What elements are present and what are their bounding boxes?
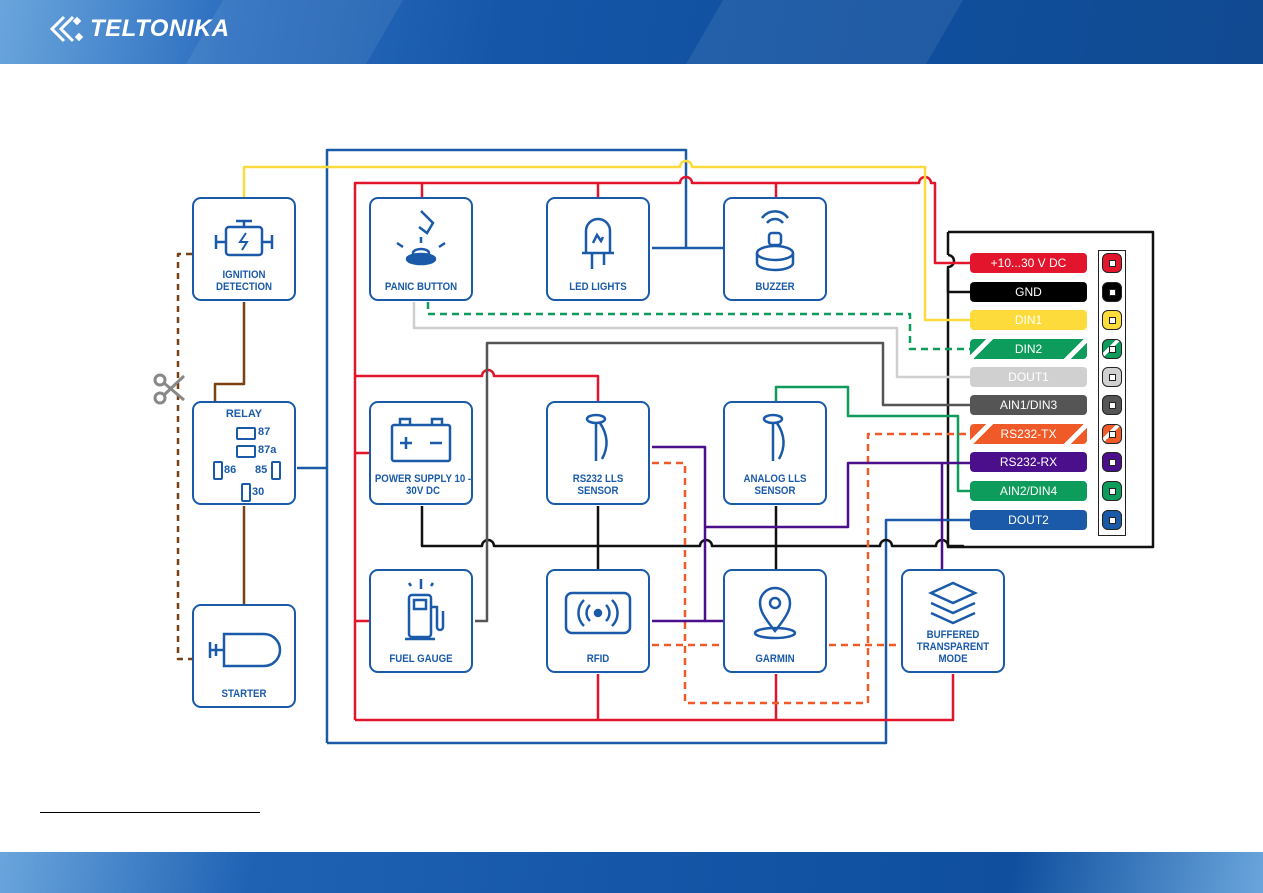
connector-pin: [1102, 339, 1122, 359]
connector-label-ain1-din3: AIN1/DIN3: [970, 395, 1087, 415]
fuel-gauge-label: FUEL GAUGE: [389, 653, 453, 665]
layers-icon: [927, 581, 979, 625]
pin-85-contact: [271, 461, 281, 480]
led-lights-box: LED LIGHTS: [546, 197, 650, 301]
connector-pin: [1102, 395, 1122, 415]
pin-86-contact: [213, 461, 223, 480]
pin-86-label: 86: [224, 464, 237, 476]
connector-pin: [1102, 282, 1122, 302]
pin-87a-label: 87a: [258, 444, 277, 456]
rfid-box: RFID: [546, 569, 650, 673]
lls-sensor-icon: [585, 413, 608, 461]
connector-pin: [1102, 452, 1122, 472]
starter-motor-icon: [208, 632, 282, 668]
connector-pin: [1102, 310, 1122, 330]
rs232-lls-box: RS232 LLS SENSOR: [546, 401, 650, 505]
buffered-label: BUFFERED TRANSPARENT MODE: [916, 629, 990, 665]
power-supply-box: POWER SUPPLY 10 - 30V DC: [369, 401, 473, 505]
panic-button-box: PANIC BUTTON: [369, 197, 473, 301]
panic-button-label: PANIC BUTTON: [384, 281, 458, 293]
analog-lls-label: ANALOG LLS SENSOR: [743, 473, 807, 497]
footnote-separator: [40, 812, 260, 813]
relay-box: RELAY 87 87a 86 85 30: [192, 401, 296, 505]
panic-button-icon: [396, 210, 446, 266]
scissors-icon: [153, 373, 186, 405]
garmin-label: GARMIN: [755, 653, 795, 665]
buffered-transparent-box: BUFFERED TRANSPARENT MODE: [901, 569, 1005, 673]
connector-label-power: +10...30 V DC: [970, 253, 1087, 273]
power-supply-label: POWER SUPPLY 10 - 30V DC: [374, 473, 472, 497]
relay-label: RELAY: [225, 408, 263, 420]
connector-pin: [1102, 481, 1122, 501]
starter-box: STARTER: [192, 604, 296, 708]
garmin-box: GARMIN: [723, 569, 827, 673]
starter-label: STARTER: [221, 688, 267, 700]
led-lights-label: LED LIGHTS: [569, 281, 627, 293]
map-pin-icon: [753, 586, 797, 640]
connector-label-dout2: DOUT2: [970, 510, 1087, 530]
connector-pin: [1102, 424, 1122, 444]
ignition-detection-box: IGNITION DETECTION: [192, 197, 296, 301]
connector-label-rs232-tx: RS232-TX: [970, 424, 1087, 444]
buzzer-box: BUZZER: [723, 197, 827, 301]
pin-87-contact: [236, 427, 256, 440]
connector-label-gnd: GND: [970, 282, 1087, 302]
footer-banner: [0, 852, 1263, 893]
pin-85-label: 85: [255, 464, 268, 476]
wire-black: [420, 506, 965, 569]
pin-30-contact: [241, 483, 251, 502]
battery-icon: [390, 417, 452, 463]
buzzer-label: BUZZER: [755, 281, 795, 293]
analog-lls-box: ANALOG LLS SENSOR: [723, 401, 827, 505]
rfid-label: RFID: [586, 653, 610, 665]
connector-label-din2: DIN2: [970, 339, 1087, 359]
fuel-pump-icon: [405, 579, 445, 641]
wire-gnd: [946, 253, 970, 294]
led-icon: [582, 217, 614, 269]
connector-pin: [1102, 510, 1122, 530]
fuel-gauge-box: FUEL GAUGE: [369, 569, 473, 673]
connector-label-ain2-din4: AIN2/DIN4: [970, 481, 1087, 501]
lls-sensor-icon: [762, 413, 785, 461]
connector-label-din1: DIN1: [970, 310, 1087, 330]
rs232-lls-label: RS232 LLS SENSOR: [572, 473, 624, 497]
connector-pin: [1102, 253, 1122, 273]
pin-30-label: 30: [252, 486, 265, 498]
buzzer-icon: [755, 210, 795, 272]
engine-icon: [214, 219, 274, 257]
wire-brown-dashed: [176, 252, 192, 661]
connector-label-rs232-rx: RS232-RX: [970, 452, 1087, 472]
rfid-icon: [564, 591, 632, 635]
ignition-label: IGNITION DETECTION: [216, 269, 272, 293]
connector-label-dout1: DOUT1: [970, 367, 1087, 387]
pin-87a-contact: [236, 445, 256, 458]
connector-pin: [1102, 367, 1122, 387]
pin-87-label: 87: [258, 426, 271, 438]
